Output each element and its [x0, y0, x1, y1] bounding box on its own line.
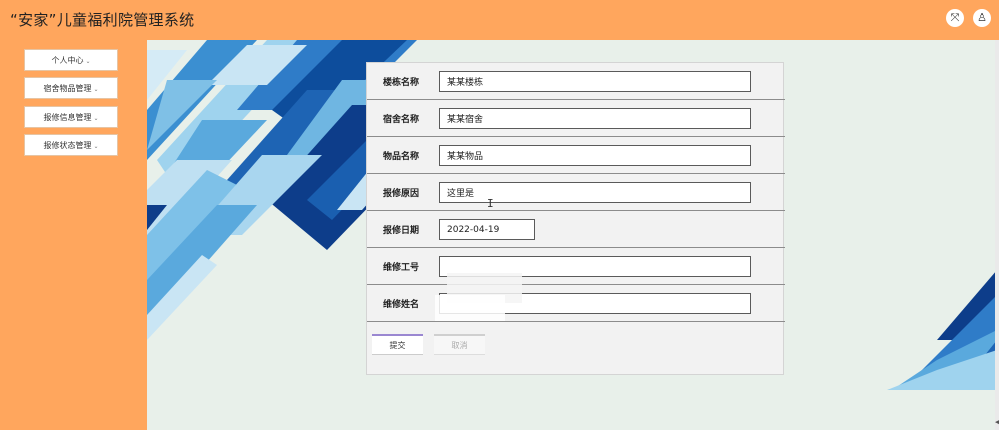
sidebar-item-label: 报修信息管理: [43, 113, 92, 122]
main-content: 楼栋名称 宿舍名称 物品名称 报修原因 报修日期 维修工号 维修姓名 I: [147, 40, 997, 430]
scroll-left-icon[interactable]: ◀: [995, 418, 999, 426]
form-row-worker-id: 维修工号: [367, 248, 785, 285]
submit-button[interactable]: 提交: [372, 334, 423, 355]
form-row-worker-name: 维修姓名: [367, 285, 785, 322]
item-name-input[interactable]: [439, 145, 751, 166]
scrollbar[interactable]: [995, 40, 999, 430]
form-row-item: 物品名称: [367, 137, 785, 174]
repair-reason-input[interactable]: [439, 182, 751, 203]
repair-date-input[interactable]: [439, 219, 535, 240]
user-icon[interactable]: ♙: [973, 9, 991, 27]
field-label: 楼栋名称: [383, 78, 420, 88]
chevron-down-icon: ⌄: [93, 86, 99, 93]
form-row-reason: 报修原因: [367, 174, 785, 211]
top-bar: “安家”儿童福利院管理系统 ⤧ ♙: [0, 0, 999, 40]
repair-form-panel: 楼栋名称 宿舍名称 物品名称 报修原因 报修日期 维修工号 维修姓名 I: [366, 62, 785, 375]
app-title: “安家”儿童福利院管理系统: [10, 11, 195, 29]
cancel-button[interactable]: 取消: [434, 334, 485, 355]
sidebar-item-dorm-items[interactable]: 宿舍物品管理 ⌄: [24, 77, 118, 99]
form-row-date: 报修日期: [367, 211, 785, 248]
field-label: 维修工号: [383, 263, 420, 273]
form-row-building: 楼栋名称: [367, 63, 785, 100]
field-label: 宿舍名称: [383, 115, 420, 125]
fullscreen-icon[interactable]: ⤧: [946, 9, 964, 27]
chevron-down-icon: ⌄: [93, 115, 99, 122]
sidebar-item-repair-status[interactable]: 报修状态管理 ⌄: [24, 134, 118, 156]
field-label: 报修日期: [383, 226, 420, 236]
dorm-name-input[interactable]: [439, 108, 751, 129]
sidebar-item-repair-info[interactable]: 报修信息管理 ⌄: [24, 106, 118, 128]
field-label: 报修原因: [383, 189, 420, 199]
redaction-blur: [435, 295, 505, 321]
sidebar-item-label: 报修状态管理: [43, 141, 92, 150]
sidebar-item-personal-center[interactable]: 个人中心 ⌄: [24, 49, 118, 71]
building-name-input[interactable]: [439, 71, 751, 92]
chevron-down-icon: ⌄: [85, 58, 91, 65]
sidebar-item-label: 个人中心: [51, 56, 84, 65]
text-cursor-icon: I: [487, 197, 494, 210]
field-label: 维修姓名: [383, 300, 420, 310]
sidebar: 个人中心 ⌄ 宿舍物品管理 ⌄ 报修信息管理 ⌄ 报修状态管理 ⌄: [0, 40, 147, 430]
form-row-dorm: 宿舍名称: [367, 100, 785, 137]
sidebar-item-label: 宿舍物品管理: [43, 84, 92, 93]
field-label: 物品名称: [383, 152, 420, 162]
chevron-down-icon: ⌄: [93, 143, 99, 150]
